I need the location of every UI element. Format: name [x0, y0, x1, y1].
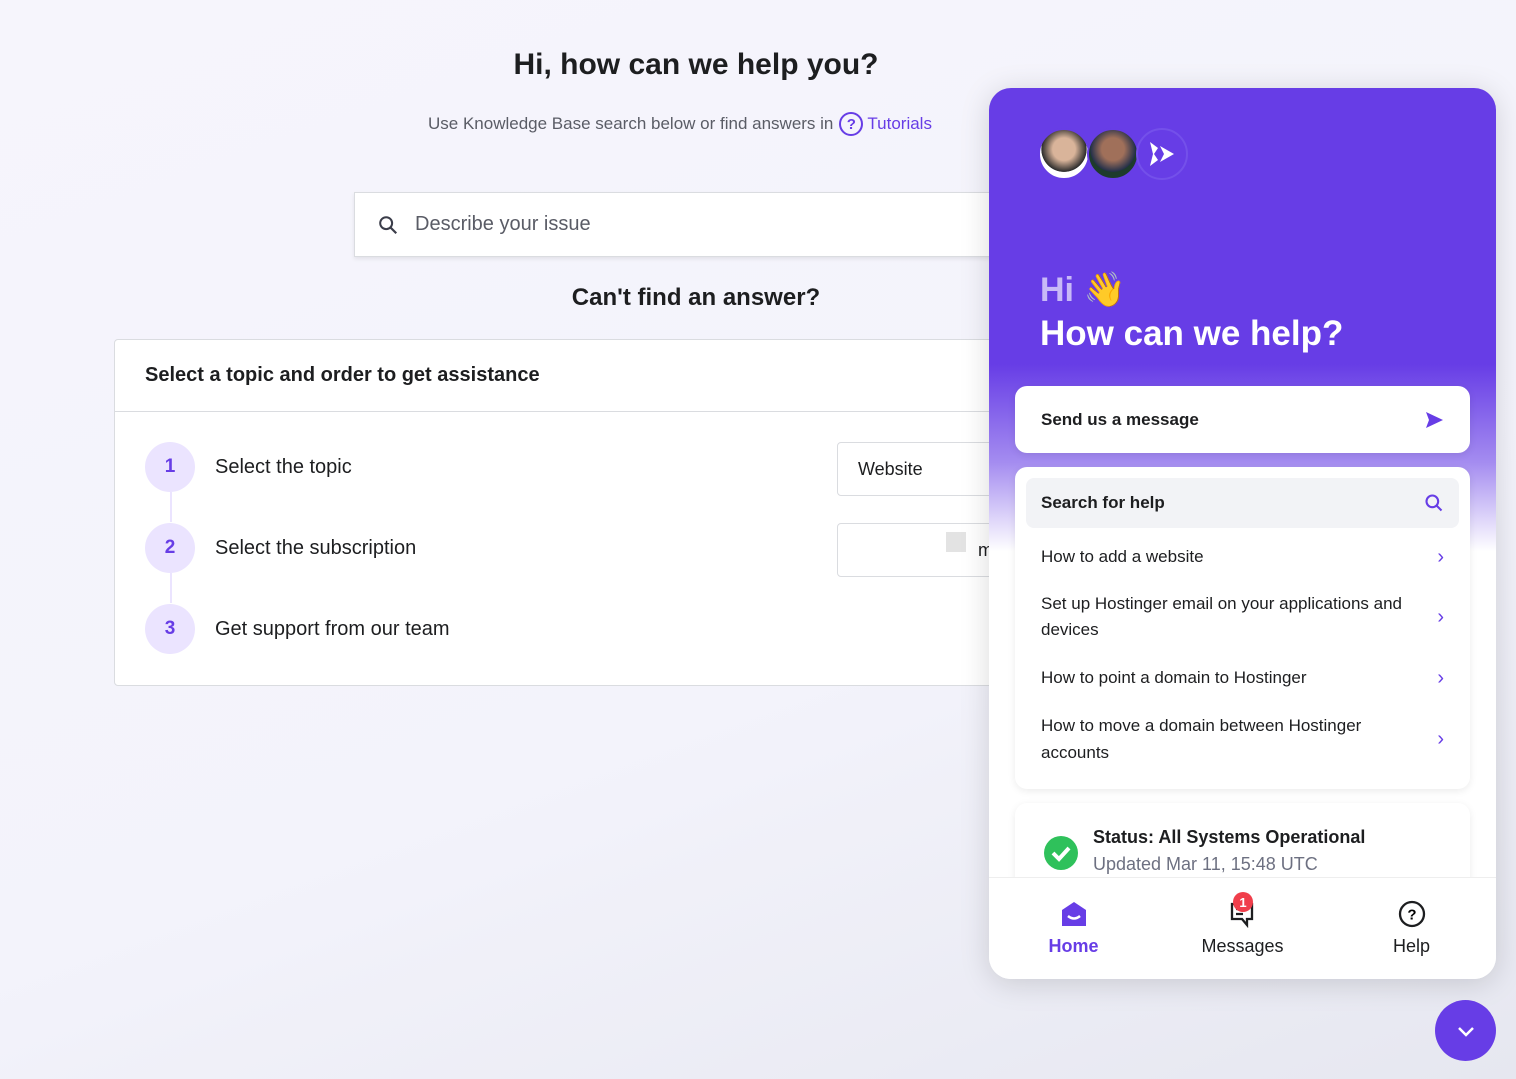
chevron-right-icon: › [1437, 727, 1444, 750]
article-link[interactable]: How to move a domain between Hostinger a… [1026, 708, 1459, 770]
step-2: 2 Select the subscription [145, 523, 416, 573]
step-3: 3 Get support from our team [145, 604, 450, 654]
step-label: Select the subscription [215, 536, 417, 559]
search-placeholder: Describe your issue [415, 213, 591, 235]
chevron-right-icon: › [1437, 606, 1444, 628]
status-updated: Updated Mar 11, 15:48 UTC [1093, 854, 1318, 874]
wave-icon: 👋 [1083, 271, 1126, 309]
step-1: 1 Select the topic [145, 442, 352, 492]
nav-label: Help [1392, 936, 1431, 956]
page-title: Hi, how can we help you? [513, 48, 879, 81]
help-icon: ? [1398, 900, 1425, 928]
chevron-right-icon: › [1437, 666, 1444, 689]
brand-logo-icon [1136, 128, 1188, 180]
help-search-card: Search for help How to add a website › Se… [1015, 467, 1470, 789]
kb-search-input[interactable]: Describe your issue [354, 192, 1054, 257]
article-title: How to add a website [1041, 547, 1204, 566]
send-message-button[interactable]: Send us a message [1015, 386, 1470, 453]
step-number: 1 [145, 442, 195, 492]
agent-avatar [1087, 128, 1139, 180]
subtitle-text: Use Knowledge Base search below or find … [428, 114, 834, 133]
assistance-card-header: Select a topic and order to get assistan… [115, 340, 1053, 412]
search-help-label: Search for help [1041, 493, 1165, 512]
article-title: How to point a domain to Hostinger [1041, 668, 1307, 687]
page-subtitle: Use Knowledge Base search below or find … [428, 112, 932, 136]
nav-help[interactable]: ? Help [1327, 878, 1496, 979]
search-icon [1425, 494, 1443, 512]
nav-label: Home [1048, 936, 1099, 956]
status-title: Status: All Systems Operational [1093, 827, 1366, 847]
article-title: How to move a domain between Hostinger a… [1041, 716, 1362, 762]
svg-text:?: ? [1407, 907, 1416, 924]
close-widget-button[interactable] [1435, 1000, 1496, 1061]
greeting: Hi 👋 [1040, 270, 1126, 310]
step-number: 3 [145, 604, 195, 654]
search-help-input[interactable]: Search for help [1026, 478, 1459, 528]
step-connector [170, 492, 172, 522]
chevron-down-icon [1457, 1026, 1474, 1037]
chevron-right-icon: › [1437, 545, 1444, 568]
step-label: Get support from our team [215, 617, 450, 640]
nav-messages[interactable]: 1 Messages [1158, 878, 1327, 979]
step-number: 2 [145, 523, 195, 573]
chat-widget: Hi 👋 How can we help? Send us a message … [989, 88, 1496, 979]
assistance-card: Select a topic and order to get assistan… [114, 339, 1057, 686]
search-icon [379, 215, 398, 234]
greeting-text: Hi [1040, 271, 1074, 309]
step-connector [170, 573, 172, 603]
tutorials-link[interactable]: ? Tutorials [839, 112, 932, 136]
send-message-label: Send us a message [1041, 409, 1199, 429]
widget-headline: How can we help? [1040, 314, 1344, 353]
article-link[interactable]: Set up Hostinger email on your applicati… [1026, 586, 1459, 648]
step-label: Select the topic [215, 455, 352, 478]
tutorials-label: Tutorials [867, 114, 932, 133]
article-title: Set up Hostinger email on your applicati… [1041, 594, 1402, 639]
article-link[interactable]: How to point a domain to Hostinger › [1026, 648, 1459, 708]
question-icon: ? [839, 112, 864, 136]
unread-badge: 1 [1233, 892, 1253, 912]
article-link[interactable]: How to add a website › [1026, 528, 1459, 586]
nav-home[interactable]: Home [989, 878, 1158, 979]
home-icon [1061, 902, 1086, 926]
check-circle-icon [1044, 836, 1078, 870]
agent-avatar [1038, 128, 1090, 180]
send-icon [1426, 411, 1443, 428]
nav-label: Messages [1201, 936, 1284, 956]
bottom-nav: Home 1 Messages ? Help [989, 877, 1496, 979]
